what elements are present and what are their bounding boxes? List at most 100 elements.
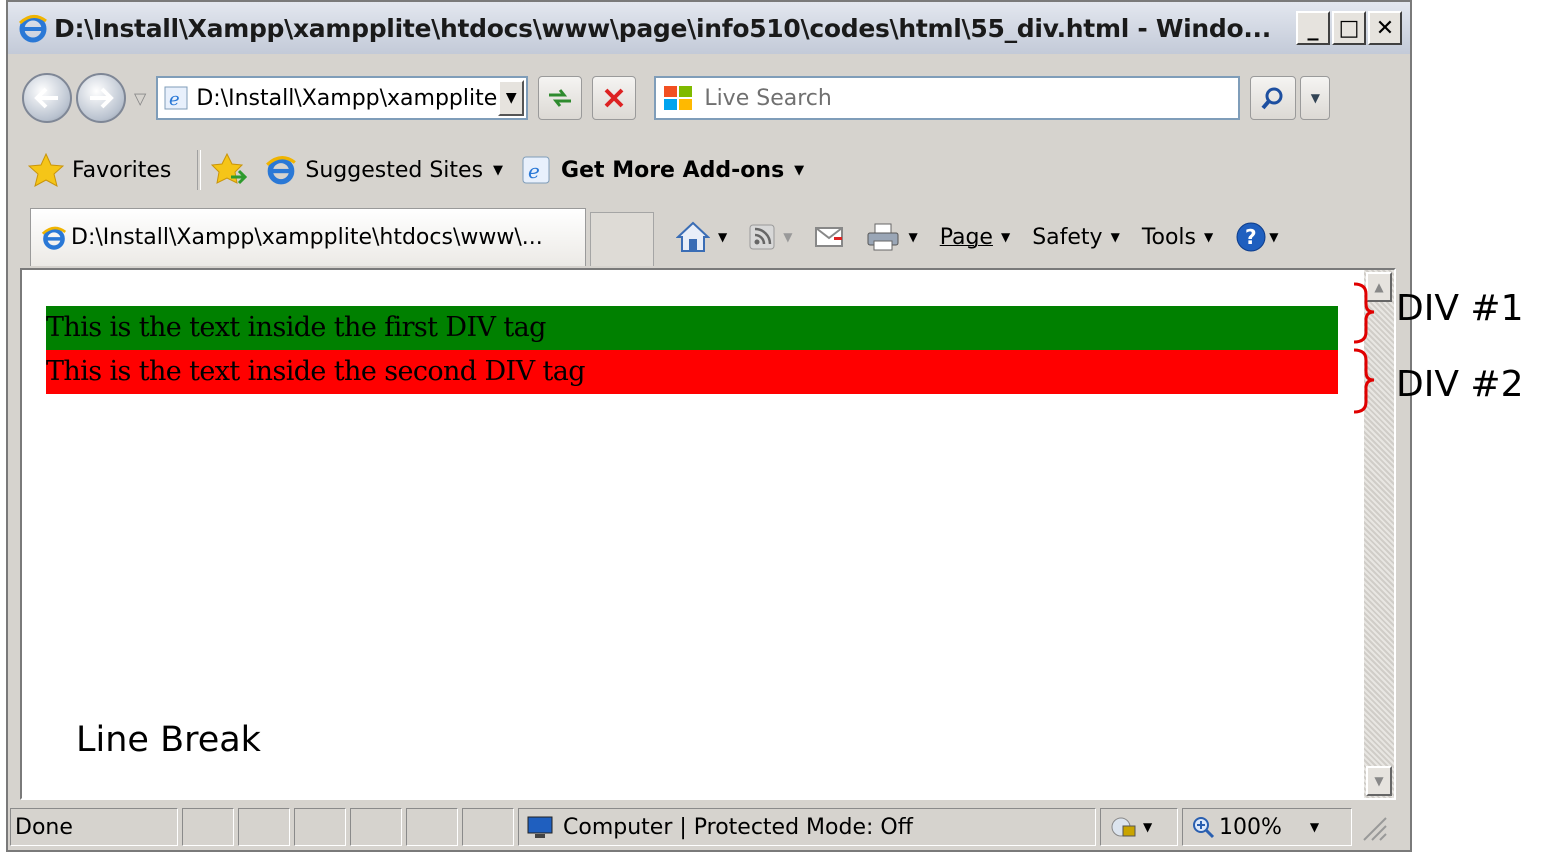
live-search-icon	[664, 86, 693, 110]
favorites-bar: Favorites Suggested Sites ▼ e Get More A…	[8, 142, 1410, 198]
magnifier-icon	[1261, 87, 1283, 110]
zoom-magnifier-icon	[1193, 817, 1215, 839]
protected-mode-cell[interactable]: ▼	[1100, 808, 1178, 846]
browser-window: D:\Install\Xampp\xampplite\htdocs\www\pa…	[6, 0, 1412, 852]
second-div: This is the text inside the second DIV t…	[46, 350, 1338, 394]
zoom-cell[interactable]: 100% ▼	[1182, 808, 1352, 846]
refresh-icon	[549, 89, 572, 107]
favorites-label: Favorites	[72, 157, 172, 183]
stop-icon	[604, 88, 624, 108]
suggested-sites-label: Suggested Sites	[305, 157, 484, 183]
address-dropdown-button[interactable]: ▼	[498, 80, 525, 116]
status-cell	[462, 808, 514, 846]
svg-text:e: e	[528, 159, 540, 183]
chevron-down-icon: ▼	[794, 162, 805, 178]
security-zone-cell[interactable]: Computer | Protected Mode: Off	[518, 808, 1096, 846]
status-bar: Done Computer | Protected Mode: Off ▼ 10…	[8, 804, 1410, 850]
search-placeholder: Live Search	[704, 85, 832, 111]
security-zone-label: Computer | Protected Mode: Off	[563, 814, 913, 840]
svg-text:?: ?	[1245, 225, 1257, 249]
recent-pages-dropdown-icon[interactable]: ▽	[134, 89, 146, 108]
window-title: D:\Install\Xampp\xampplite\htdocs\www\pa…	[54, 13, 1271, 43]
suggested-sites-button[interactable]: Suggested Sites ▼	[265, 154, 503, 186]
search-options-button[interactable]: ▼	[1300, 76, 1331, 120]
printer-icon	[867, 223, 899, 251]
favorites-button[interactable]: Favorites	[28, 153, 171, 187]
status-text: Done	[15, 814, 73, 840]
status-cell	[238, 808, 290, 846]
help-button[interactable]: ? ▼	[1235, 221, 1278, 253]
search-box[interactable]: Live Search	[654, 76, 1241, 120]
print-button[interactable]: ▼	[866, 222, 918, 252]
chevron-down-icon: ▼	[1000, 230, 1011, 244]
tab-command-bar: D:\Install\Xampp\xampplite\htdocs\www\..…	[8, 202, 1410, 266]
div-braces	[1353, 282, 1375, 414]
safety-menu-button[interactable]: Safety ▼	[1032, 225, 1120, 250]
ie-logo-icon	[266, 156, 297, 185]
line-break-annotation: Line Break	[76, 720, 261, 760]
status-cell	[182, 808, 234, 846]
page-menu-label: Page	[939, 224, 993, 250]
navigation-bar: ▽ e D:\Install\Xampp\xampplite ▼ Live Se…	[8, 58, 1410, 138]
computer-zone-icon	[527, 816, 553, 838]
tools-menu-label: Tools	[1141, 224, 1197, 250]
add-favorite-star-icon	[211, 153, 248, 185]
safety-menu-label: Safety	[1032, 224, 1103, 250]
status-cell	[294, 808, 346, 846]
title-bar: D:\Install\Xampp\xampplite\htdocs\www\pa…	[8, 2, 1410, 54]
minimize-button[interactable]: _	[1296, 11, 1330, 45]
div1-annotation: DIV #1	[1396, 288, 1524, 329]
page-content: This is the text inside the first DIV ta…	[20, 268, 1396, 800]
div2-brace	[1353, 348, 1375, 414]
lock-globe-icon	[1111, 817, 1136, 837]
scroll-down-button[interactable]: ▼	[1366, 766, 1392, 796]
toolbar-separator	[197, 150, 202, 190]
address-bar[interactable]: e D:\Install\Xampp\xampplite ▼	[156, 76, 529, 120]
read-mail-button[interactable]	[814, 225, 844, 249]
chevron-down-icon: ▼	[718, 230, 728, 244]
search-go-button[interactable]	[1250, 76, 1297, 120]
feeds-button[interactable]: ▼	[749, 224, 792, 250]
chevron-down-icon: ▼	[493, 162, 504, 178]
back-button[interactable]	[22, 73, 72, 123]
forward-arrow-icon	[90, 87, 114, 109]
home-icon	[676, 221, 710, 252]
address-text: D:\Install\Xampp\xampplite	[196, 85, 498, 111]
resize-grip-icon[interactable]	[1358, 812, 1388, 842]
ie-page-icon: e	[522, 156, 550, 184]
close-button[interactable]: ✕	[1368, 11, 1402, 45]
get-addons-label: Get More Add-ons	[561, 157, 785, 183]
star-icon	[28, 153, 64, 187]
chevron-down-icon: ▼	[1309, 820, 1320, 834]
chevron-down-icon: ▼	[1143, 820, 1153, 834]
forward-button[interactable]	[76, 73, 126, 123]
mail-icon	[815, 227, 844, 247]
chevron-down-icon: ▼	[1204, 230, 1214, 244]
maximize-button[interactable]: □	[1332, 11, 1366, 45]
add-to-favorites-button[interactable]	[211, 153, 248, 187]
tab-label: D:\Install\Xampp\xampplite\htdocs\www\..…	[71, 225, 543, 250]
ie-logo-icon	[18, 15, 47, 43]
status-text-cell: Done	[10, 808, 178, 846]
refresh-button[interactable]	[538, 76, 583, 120]
page-menu-button[interactable]: Page ▼	[940, 225, 1011, 250]
chevron-down-icon: ▼	[783, 230, 793, 244]
get-addons-button[interactable]: e Get More Add-ons ▼	[521, 155, 804, 185]
browser-tab[interactable]: D:\Install\Xampp\xampplite\htdocs\www\..…	[30, 208, 586, 266]
zoom-level: 100%	[1219, 814, 1282, 840]
home-button[interactable]: ▼	[676, 221, 727, 253]
status-cell	[406, 808, 458, 846]
chevron-down-icon: ▼	[908, 230, 918, 244]
rss-feed-icon	[749, 224, 775, 250]
chevron-down-icon: ▼	[1110, 230, 1120, 244]
new-tab-button[interactable]	[590, 212, 654, 266]
status-cell	[350, 808, 402, 846]
first-div: This is the text inside the first DIV ta…	[46, 306, 1338, 350]
div2-annotation: DIV #2	[1396, 364, 1524, 405]
div1-brace	[1353, 282, 1375, 344]
help-icon: ?	[1236, 222, 1266, 252]
stop-button[interactable]	[592, 76, 637, 120]
ie-logo-icon	[41, 226, 67, 250]
tools-menu-button[interactable]: Tools ▼	[1142, 225, 1213, 250]
back-arrow-icon	[34, 87, 58, 109]
